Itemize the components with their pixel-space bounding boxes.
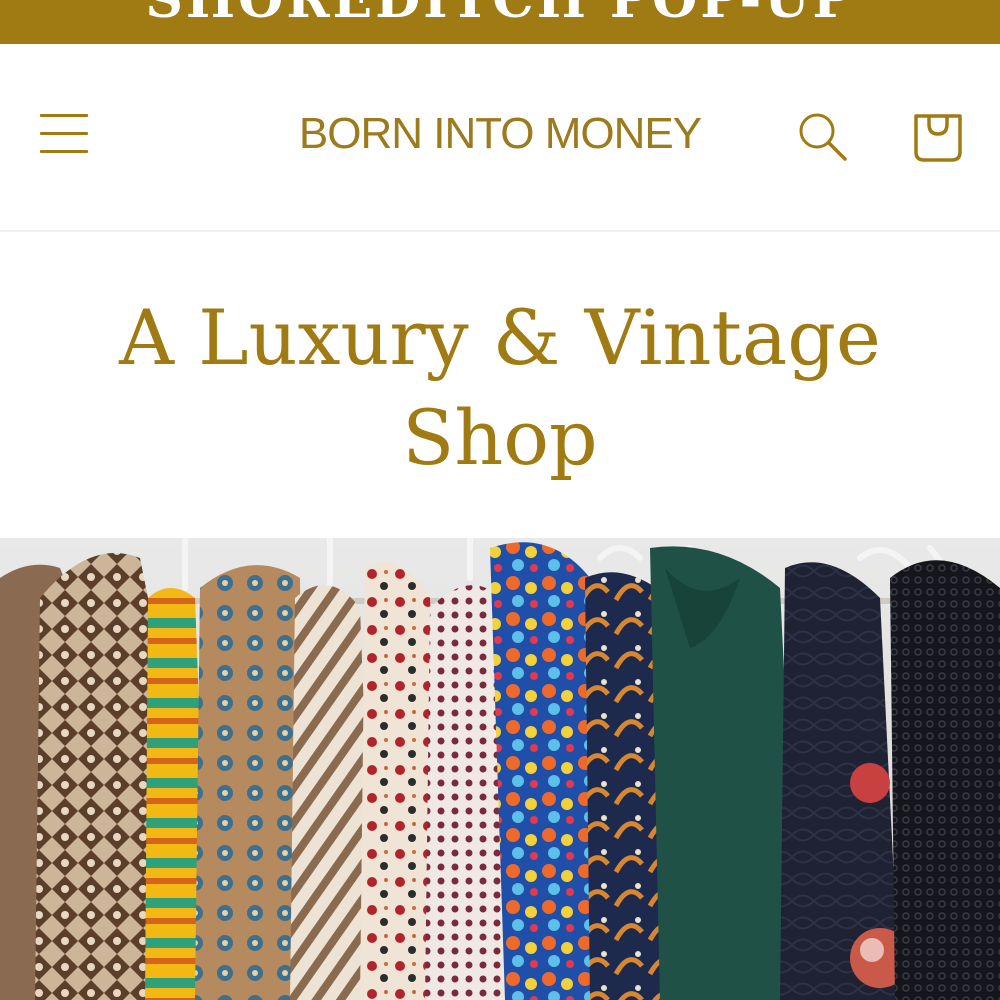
clothing-rack-image — [0, 538, 1000, 1000]
hero-title-line-1: A Luxury & Vintage — [119, 293, 881, 382]
menu-button[interactable] — [40, 114, 90, 158]
hero-title-line-2: Shop — [402, 393, 598, 482]
announcement-bar: SHOREDITCH POP-UP — [0, 0, 1000, 44]
hero-title: A Luxury & Vintage Shop — [0, 288, 1000, 488]
site-header: BORN INTO MONEY — [0, 44, 1000, 232]
search-icon — [799, 113, 847, 161]
announcement-text: SHOREDITCH POP-UP — [0, 0, 1000, 30]
hamburger-menu-icon — [40, 114, 90, 158]
site-logo[interactable]: BORN INTO MONEY — [250, 104, 750, 164]
cart-bag-icon — [914, 114, 962, 162]
search-button[interactable] — [796, 110, 850, 164]
hero-image — [0, 538, 1000, 1000]
cart-button[interactable] — [910, 110, 966, 166]
